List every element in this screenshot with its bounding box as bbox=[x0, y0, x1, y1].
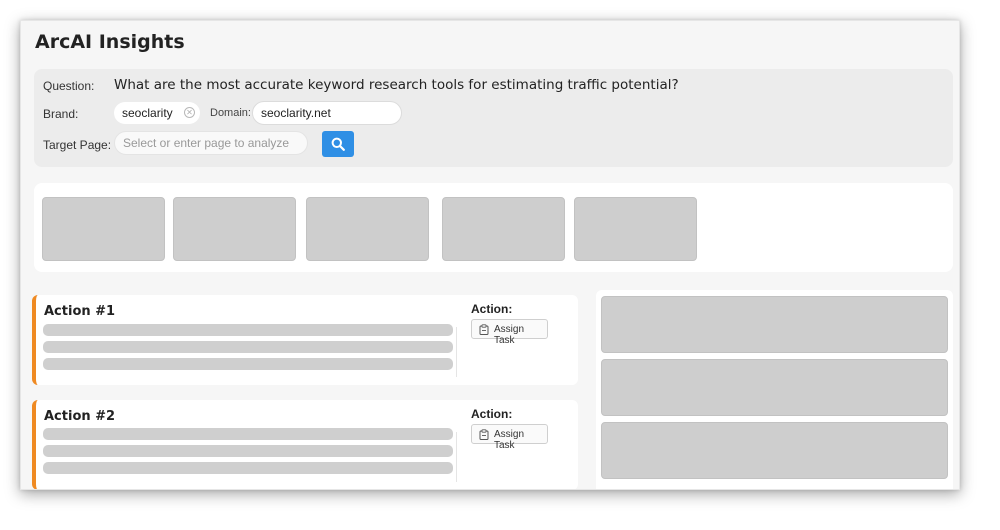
action-card-2: Action #2 Action: Assign Task bbox=[32, 400, 578, 489]
text-placeholder bbox=[43, 428, 453, 440]
side-card-placeholder bbox=[601, 359, 948, 416]
metric-cards-panel bbox=[34, 183, 953, 272]
assign-task-button[interactable]: Assign Task bbox=[471, 319, 548, 346]
search-button[interactable] bbox=[322, 131, 354, 157]
brand-label: Brand: bbox=[43, 107, 79, 121]
assign-task-label: Assign Task bbox=[494, 324, 525, 346]
metric-card-placeholder bbox=[442, 197, 565, 261]
assign-task-button[interactable]: Assign Task bbox=[471, 424, 548, 451]
metric-card-placeholder bbox=[42, 197, 165, 261]
divider bbox=[456, 432, 457, 482]
text-placeholder bbox=[43, 341, 453, 353]
text-placeholder bbox=[43, 358, 453, 370]
brand-chip-text: seoclarity bbox=[122, 106, 173, 120]
app-window: ArcAI Insights Question: What are the mo… bbox=[20, 20, 960, 490]
brand-chip[interactable]: seoclarity ✕ bbox=[114, 102, 200, 124]
assign-task-label: Assign Task bbox=[494, 429, 525, 451]
action-title: Action #2 bbox=[44, 409, 116, 424]
side-card-placeholder bbox=[601, 422, 948, 479]
target-page-label: Target Page: bbox=[43, 138, 112, 152]
target-page-input[interactable]: Select or enter page to analyze bbox=[114, 131, 308, 155]
question-text: What are the most accurate keyword resea… bbox=[114, 77, 679, 93]
clear-icon[interactable]: ✕ bbox=[184, 107, 195, 118]
text-placeholder bbox=[43, 462, 453, 474]
action-label: Action: bbox=[471, 302, 513, 316]
domain-label: Domain: bbox=[210, 107, 251, 119]
domain-input[interactable]: seoclarity.net bbox=[252, 101, 402, 125]
side-panel bbox=[596, 290, 953, 489]
app-title: ArcAI Insights bbox=[35, 31, 185, 53]
divider bbox=[456, 327, 457, 377]
action-title: Action #1 bbox=[44, 304, 116, 319]
metric-card-placeholder bbox=[306, 197, 429, 261]
action-card-1: Action #1 Action: Assign Task bbox=[32, 295, 578, 385]
search-icon bbox=[331, 137, 345, 151]
action-label: Action: bbox=[471, 407, 513, 421]
text-placeholder bbox=[43, 445, 453, 457]
text-placeholder bbox=[43, 324, 453, 336]
metric-card-placeholder bbox=[173, 197, 296, 261]
clipboard-icon bbox=[479, 324, 489, 335]
question-label: Question: bbox=[43, 79, 95, 93]
side-card-placeholder bbox=[601, 296, 948, 353]
query-panel: Question: What are the most accurate key… bbox=[34, 69, 953, 167]
clipboard-icon bbox=[479, 429, 489, 440]
metric-card-placeholder bbox=[574, 197, 697, 261]
